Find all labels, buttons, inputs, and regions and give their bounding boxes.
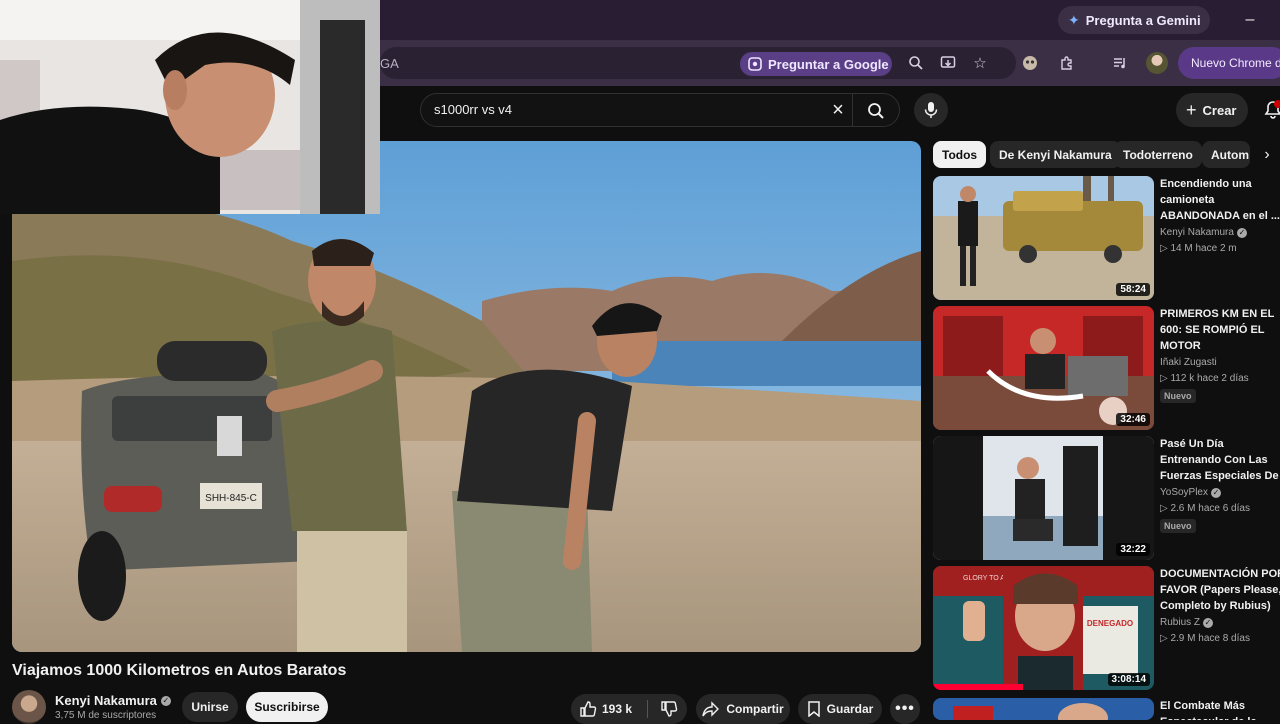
search-button[interactable]: [862, 97, 890, 125]
voice-search-button[interactable]: [914, 93, 948, 127]
subscribe-button[interactable]: Suscribirse: [246, 692, 328, 722]
zoom-icon[interactable]: [904, 51, 928, 75]
verified-icon: ✓: [1211, 487, 1221, 498]
like-count: 193 k: [602, 702, 633, 716]
channel-avatar[interactable]: [12, 690, 46, 724]
extensions-puzzle-icon[interactable]: [1055, 51, 1079, 75]
video-thumbnail: [933, 698, 1154, 720]
chip-todoterreno[interactable]: Todoterreno: [1114, 141, 1202, 168]
channel-name-label: Kenyi Nakamura: [55, 693, 157, 708]
new-badge: Nuevo: [1160, 519, 1196, 533]
recommendation-item[interactable]: 32:22 Pasé Un Día Entrenando Con Las Fue…: [933, 436, 1280, 560]
search-clear-icon[interactable]: ×: [826, 98, 850, 122]
recommendation-meta: ▷ 14 M hace 2 m: [1160, 243, 1237, 254]
chip-de-kenyi-nakamura[interactable]: De Kenyi Nakamura: [990, 141, 1121, 168]
verified-icon: ✓: [1236, 227, 1247, 238]
recommendation-meta: ▷ 2.9 M hace 8 días: [1160, 633, 1250, 644]
recommendation-item[interactable]: 58:24 Encendiendo una camioneta ABANDONA…: [933, 176, 1280, 300]
channel-label: YoSoyPlex: [1160, 487, 1208, 498]
search-divider: [852, 94, 853, 126]
video-thumbnail: 32:46: [933, 306, 1154, 430]
thumb-stamp-text: DENEGADO: [1087, 619, 1133, 628]
recommendation-title: Encendiendo una camioneta ABANDONADA en …: [1160, 178, 1280, 222]
microphone-icon: [924, 102, 938, 118]
video-thumbnail: 58:24: [933, 176, 1154, 300]
media-controls-icon[interactable]: [1108, 51, 1132, 75]
create-button[interactable]: + Crear: [1176, 93, 1248, 127]
recommendation-title: El Combate Más Espectacular de la: [1160, 700, 1257, 720]
notifications-button[interactable]: [1262, 99, 1280, 121]
recommendation-channel: Iñaki Zugasti: [1160, 357, 1217, 368]
video-duration: 3:08:14: [1107, 673, 1150, 686]
recommendation-title: DOCUMENTACIÓN POR FAVOR (Papers Please, …: [1160, 568, 1280, 612]
chip-autom[interactable]: Autom: [1202, 141, 1250, 168]
gemini-sparkle-icon: ✦: [1068, 11, 1080, 28]
recommendation-channel: YoSoyPlex ✓: [1160, 487, 1221, 498]
new-badge: Nuevo: [1160, 389, 1196, 403]
gemini-button[interactable]: ✦ Pregunta a Gemini: [1058, 6, 1210, 34]
minimize-icon: –: [1245, 11, 1255, 28]
profile-avatar[interactable]: [1146, 52, 1168, 74]
ask-google-button[interactable]: Preguntar a Google: [740, 52, 892, 76]
lens-icon: [748, 57, 762, 71]
extension-icon[interactable]: [1018, 51, 1042, 75]
chip-todos[interactable]: Todos: [933, 141, 987, 168]
video-thumbnail: GLORY TO ARSTOTZKA DENEGADO 3:08:14: [933, 566, 1154, 690]
install-app-icon[interactable]: [936, 51, 960, 75]
recommendation-item[interactable]: El Combate Más Espectacular de la: [933, 698, 1280, 720]
bookmark-star-icon[interactable]: ☆: [968, 51, 992, 75]
thumbs-up-icon: [580, 701, 597, 717]
subscriber-count: 3,75 M de suscriptores: [55, 710, 157, 721]
verified-icon: ✓: [1203, 617, 1214, 628]
thumbs-down-icon: [661, 701, 678, 717]
bookmark-icon: [807, 701, 820, 717]
channel-label: Rubius Z: [1160, 617, 1201, 628]
channel-name[interactable]: Kenyi Nakamura ✓: [55, 693, 171, 708]
more-icon: •••: [895, 700, 915, 717]
search-query-text: s1000rr vs v4: [434, 102, 513, 117]
minimize-button[interactable]: –: [1238, 8, 1262, 32]
ask-google-label: Preguntar a Google: [768, 56, 889, 72]
video-thumbnail: 32:22: [933, 436, 1154, 560]
video-frame: SHH-845-C: [12, 141, 921, 652]
address-bar-text: GA: [380, 56, 399, 71]
gemini-button-label: Pregunta a Gemini: [1085, 12, 1201, 28]
search-icon: [868, 103, 884, 119]
channel-label: Kenyi Nakamura: [1160, 227, 1234, 238]
recommendation-item[interactable]: GLORY TO ARSTOTZKA DENEGADO 3:08:14 DOCU…: [933, 566, 1280, 690]
new-chrome-button[interactable]: Nuevo Chrome d: [1178, 47, 1280, 79]
video-duration: 32:22: [1116, 543, 1150, 556]
join-button[interactable]: Unirse: [182, 692, 238, 722]
video-duration: 32:46: [1116, 413, 1150, 426]
share-label: Compartir: [726, 702, 784, 716]
video-player[interactable]: SHH-845-C: [12, 141, 921, 652]
chevron-right-icon[interactable]: ›: [1256, 143, 1278, 167]
recommendation-channel: Rubius Z ✓: [1160, 617, 1214, 628]
channel-label: Iñaki Zugasti: [1160, 357, 1217, 368]
like-divider: [647, 700, 648, 718]
bell-icon: [1264, 100, 1280, 119]
recommendation-title: Pasé Un Día Entrenando Con Las Fuerzas E…: [1160, 438, 1279, 482]
license-plate-text: SHH-845-C: [205, 493, 257, 504]
save-label: Guardar: [826, 702, 874, 716]
recommendation-title: PRIMEROS KM EN EL 600: SE ROMPIÓ EL MOTO…: [1160, 308, 1275, 352]
share-icon: [702, 701, 720, 717]
plus-icon: +: [1186, 99, 1197, 120]
recommendation-meta: ▷ 2.6 M hace 6 días: [1160, 503, 1250, 514]
create-label: Crear: [1202, 102, 1237, 118]
webcam-overlay: [0, 0, 380, 214]
verified-icon: ✓: [160, 695, 171, 706]
recommendation-meta: ▷ 112 k hace 2 días: [1160, 373, 1249, 384]
recommendation-item[interactable]: 32:46 PRIMEROS KM EN EL 600: SE ROMPIÓ E…: [933, 306, 1280, 430]
video-duration: 58:24: [1116, 283, 1150, 296]
video-title: Viajamos 1000 Kilometros en Autos Barato…: [12, 662, 347, 679]
recommendation-channel: Kenyi Nakamura ✓: [1160, 227, 1247, 238]
